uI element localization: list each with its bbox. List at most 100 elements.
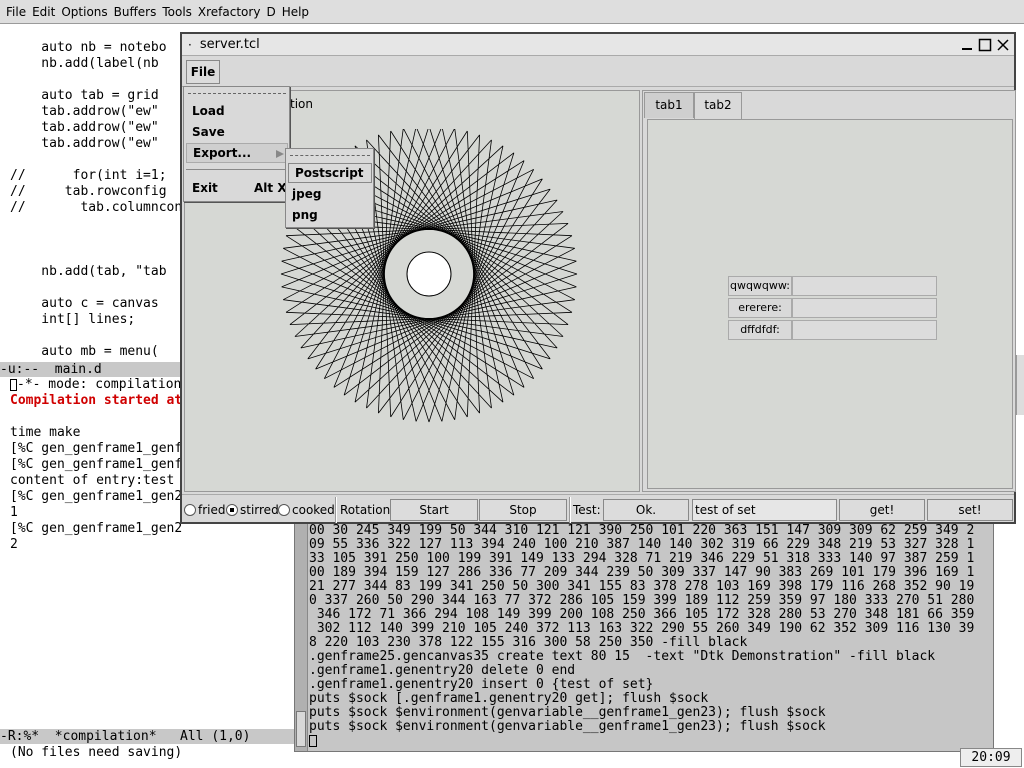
file-dropdown-menu: Load Save Export... Exit Alt X — [183, 86, 290, 202]
compilation-line: 2 — [10, 537, 18, 552]
start-button[interactable]: Start — [390, 499, 478, 521]
menu-item-png[interactable]: png — [292, 208, 318, 222]
xterm-line: 21 277 344 83 199 341 250 50 300 341 155… — [309, 579, 975, 594]
code-line: // tab.rowconfig — [10, 184, 167, 199]
cascade-arrow-icon — [276, 150, 284, 158]
code-line: nb.add(tab, "tab — [10, 264, 167, 279]
radio-stirred[interactable]: stirred — [226, 503, 279, 517]
menu-item-save[interactable]: Save — [192, 125, 225, 139]
field-entry-2[interactable] — [792, 298, 937, 318]
file-menu-button[interactable]: File — [186, 60, 220, 84]
tab-tab1[interactable]: tab1 — [644, 92, 694, 118]
get-button[interactable]: get! — [839, 499, 925, 521]
rotation-label: Rotation: — [340, 503, 395, 517]
text-cursor — [309, 734, 317, 747]
code-line: // for(int i=1; — [10, 168, 167, 183]
xterm-prompt[interactable] — [309, 734, 991, 748]
xterm-line: puts $sock $environment(genvariable__gen… — [309, 705, 826, 720]
code-line: auto c = canvas — [10, 296, 159, 311]
menu-options[interactable]: Options — [61, 5, 107, 19]
tk-menubar: File — [182, 57, 1014, 87]
code-line: int[] lines; — [10, 312, 136, 327]
tk-window: · server.tcl File tion tab1 tab2 qwqwqww… — [180, 32, 1016, 524]
menu-item-load[interactable]: Load — [192, 104, 225, 118]
menu-item-postscript[interactable]: Postscript — [288, 163, 372, 183]
form-row: qwqwqww: — [728, 276, 937, 296]
code-line: tab.addrow("ew" — [10, 136, 159, 151]
export-submenu: Postscript jpeg png — [285, 148, 374, 228]
xterm-window[interactable]: 00 30 245 349 199 50 344 310 121 121 390… — [294, 520, 994, 752]
menu-help[interactable]: Help — [282, 5, 309, 19]
xterm-line: puts $sock $environment(genvariable__gen… — [309, 719, 826, 734]
xterm-line: puts $sock [.genframe1.genentry20 get]; … — [309, 691, 709, 706]
xterm-line: .genframe25.gencanvas35 create text 80 1… — [309, 649, 936, 664]
echo-area: (No files need saving) — [10, 745, 183, 760]
close-icon[interactable] — [996, 38, 1010, 52]
set-button[interactable]: set! — [927, 499, 1013, 521]
radio-fried[interactable]: fried — [184, 503, 226, 517]
tab-tab2[interactable]: tab2 — [694, 92, 742, 120]
compilation-line — [10, 409, 182, 425]
code-line: // tab.columncon — [10, 200, 182, 215]
maximize-icon[interactable] — [978, 38, 992, 52]
menu-separator — [186, 169, 288, 170]
xterm-scrollbar[interactable] — [295, 521, 308, 751]
canvas-text: tion — [290, 97, 313, 111]
window-title: server.tcl — [199, 37, 260, 52]
minimize-icon[interactable] — [960, 38, 974, 52]
xterm-line: 00 189 394 159 127 286 336 77 209 344 23… — [309, 565, 975, 580]
xterm-line: 0 337 260 50 290 344 163 77 372 286 105 … — [309, 593, 975, 608]
compilation-started: Compilation started at — [10, 393, 182, 408]
form-row: ererere: — [728, 298, 937, 318]
menu-file[interactable]: File — [6, 5, 26, 19]
compilation-line: [%C gen_genframe1_genf — [10, 441, 182, 456]
compilation-buffer[interactable]: -*- mode: compilation Compilation starte… — [10, 377, 182, 557]
menu-d[interactable]: D — [266, 5, 275, 19]
field-entry-3[interactable] — [792, 320, 937, 340]
notebook: tab1 tab2 qwqwqww: ererere: dffdfdf: — [642, 90, 1016, 492]
cursor-box — [10, 378, 17, 391]
separator — [335, 497, 337, 523]
menu-item-jpeg[interactable]: jpeg — [292, 187, 321, 201]
emacs-code-buffer[interactable]: auto nb = notebo nb.add(label(nb auto ta… — [10, 40, 182, 360]
separator — [569, 497, 571, 523]
stop-button[interactable]: Stop — [479, 499, 567, 521]
menu-item-export[interactable]: Export... — [186, 143, 288, 163]
code-line: auto nb = notebo — [10, 40, 167, 55]
clock: 20:09 — [960, 748, 1022, 767]
xterm-scroll-thumb[interactable] — [296, 711, 306, 747]
xterm-line: 09 55 336 322 127 113 394 240 100 210 38… — [309, 537, 975, 552]
radio-cooked[interactable]: cooked — [278, 503, 335, 517]
window-menu-icon[interactable]: · — [188, 38, 192, 52]
test-entry[interactable]: test of set — [692, 499, 837, 521]
emacs-scrollbar[interactable] — [1016, 355, 1024, 415]
menu-tools[interactable]: Tools — [162, 5, 192, 19]
menu-edit[interactable]: Edit — [32, 5, 55, 19]
compilation-mode-line: -*- mode: compilation — [10, 377, 182, 393]
menu-xrefactory[interactable]: Xrefactory — [198, 5, 261, 19]
menu-item-export-label: Export... — [193, 146, 252, 160]
menu-buffers[interactable]: Buffers — [114, 5, 157, 19]
code-line: tab.addrow("ew" — [10, 104, 159, 119]
tearoff-line[interactable] — [188, 93, 286, 94]
code-line: auto mb = menu( — [10, 344, 159, 359]
tearoff-line[interactable] — [290, 155, 370, 156]
tab-page: qwqwqww: ererere: dffdfdf: — [647, 119, 1013, 489]
tk-titlebar[interactable]: · server.tcl — [182, 34, 1014, 56]
field-entry-1[interactable] — [792, 276, 937, 296]
spiro-center — [406, 251, 452, 297]
code-line: nb.add(label(nb — [10, 56, 159, 71]
code-line: tab.addrow("ew" — [10, 120, 159, 135]
test-label: Test: — [573, 503, 601, 517]
xterm-line: .genframe1.genentry20 delete 0 end — [309, 663, 576, 678]
code-line: auto tab = grid — [10, 88, 159, 103]
ok-button[interactable]: Ok. — [603, 499, 689, 521]
compilation-line: [%C gen_genframe1_gen2_genradiobutton — [10, 521, 182, 536]
field-label: dffdfdf: — [728, 320, 792, 340]
menu-item-exit[interactable]: Exit — [192, 181, 218, 195]
